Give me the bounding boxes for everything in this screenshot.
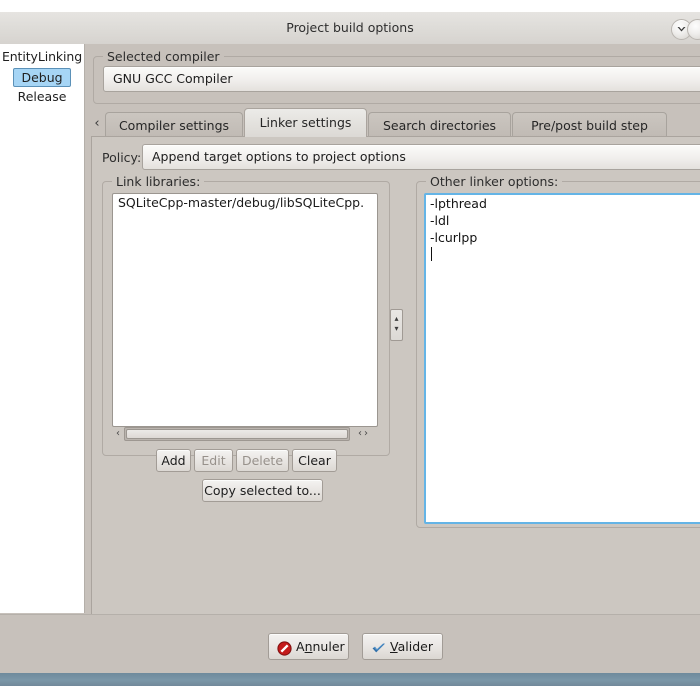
cancel-label-a: A xyxy=(296,639,305,654)
settings-tabstrip: ‹ Compiler settings Linker settings Sear… xyxy=(91,108,700,137)
sidebar-item-debug[interactable]: Debug xyxy=(13,68,71,87)
splitter-glyph-up: ▴ xyxy=(394,314,399,323)
text-caret xyxy=(431,247,432,261)
clear-button-label: Clear xyxy=(298,453,331,468)
dialog-title: Project build options xyxy=(286,20,414,35)
target-tree-panel[interactable]: EntityLinking Debug Release xyxy=(0,44,85,613)
list-item-label: SQLiteCpp-master/debug/libSQLiteCpp. xyxy=(118,195,365,210)
cancel-button[interactable]: Annuler xyxy=(268,633,349,660)
copy-selected-to-label: Copy selected to... xyxy=(204,483,321,498)
compiler-select-value: GNU GCC Compiler xyxy=(113,71,233,86)
dialog-title-bar: Project build options xyxy=(0,12,700,45)
splitter-glyph-down: ▾ xyxy=(394,324,399,333)
sidebar-item-label: Debug xyxy=(21,70,63,85)
chevron-left-icon[interactable]: ‹ xyxy=(91,114,103,134)
tab-label: Search directories xyxy=(382,118,497,133)
edit-button-label: Edit xyxy=(201,453,226,468)
check-icon-glyph xyxy=(372,643,385,653)
cancel-icon-glyph xyxy=(277,641,292,656)
delete-button-label: Delete xyxy=(241,453,284,468)
tab-compiler-settings[interactable]: Compiler settings xyxy=(105,112,243,137)
copy-selected-to-button[interactable]: Copy selected to... xyxy=(202,479,323,502)
sidebar-item-debug-row: Debug xyxy=(0,67,84,87)
edit-button: Edit xyxy=(194,449,233,472)
sidebar-item-label: Release xyxy=(17,89,67,104)
cancel-button-label: Annuler xyxy=(296,634,345,659)
dialog-body: EntityLinking Debug Release Selected com… xyxy=(0,44,700,700)
scroll-arrows-icon[interactable]: ‹› xyxy=(352,427,376,441)
link-libraries-list[interactable]: SQLiteCpp-master/debug/libSQLiteCpp. xyxy=(112,193,378,427)
check-icon xyxy=(371,639,387,664)
other-linker-options-group-title: Other linker options: xyxy=(426,174,563,189)
list-item[interactable]: SQLiteCpp-master/debug/libSQLiteCpp. xyxy=(113,194,377,211)
sidebar-item-release[interactable]: Release xyxy=(0,87,84,106)
dialog-content: Selected compiler GNU GCC Compiler ‹ Com… xyxy=(85,44,700,700)
ok-label-b: alider xyxy=(397,639,433,654)
textarea-line: -lcurlpp xyxy=(430,230,478,245)
vertical-resize-icon[interactable]: ▴ ▾ xyxy=(390,309,403,341)
selected-compiler-group-title: Selected compiler xyxy=(103,49,224,64)
sidebar-item-entitylinking[interactable]: EntityLinking xyxy=(0,44,84,67)
cancel-label-mnemonic: n xyxy=(304,639,313,654)
cancel-icon xyxy=(277,639,292,664)
hscrollbar-thumb[interactable] xyxy=(126,429,348,439)
taskbar-band xyxy=(0,673,700,686)
app-root: Project build options EntityLinking Debu… xyxy=(0,0,700,700)
tab-label: Pre/post build step xyxy=(531,118,648,133)
link-libraries-group-title: Link libraries: xyxy=(112,174,205,189)
hscrollbar-track[interactable] xyxy=(124,427,350,441)
add-button[interactable]: Add xyxy=(156,449,191,472)
link-libraries-hscrollbar[interactable]: ‹ ‹› xyxy=(112,427,376,441)
delete-button: Delete xyxy=(236,449,289,472)
policy-label: Policy: xyxy=(102,150,142,165)
tab-label: Compiler settings xyxy=(118,118,230,133)
tab-linker-settings[interactable]: Linker settings xyxy=(244,108,367,137)
scroll-left-icon[interactable]: ‹ xyxy=(112,427,124,441)
textarea-line: -lpthread xyxy=(430,196,487,211)
tab-prepost-build-steps[interactable]: Pre/post build step xyxy=(512,112,667,137)
ok-button[interactable]: Valider xyxy=(362,633,443,660)
tab-search-directories[interactable]: Search directories xyxy=(368,112,511,137)
textarea-caret-line xyxy=(426,246,700,263)
cancel-label-b: nuler xyxy=(312,639,345,654)
compiler-select[interactable]: GNU GCC Compiler xyxy=(103,66,700,92)
desktop-top-strip xyxy=(0,0,700,12)
clear-button[interactable]: Clear xyxy=(292,449,337,472)
other-linker-options-textarea[interactable]: -lpthread -ldl -lcurlpp xyxy=(424,193,700,524)
sidebar-item-label: EntityLinking xyxy=(1,49,83,64)
policy-select[interactable]: Append target options to project options xyxy=(142,144,700,170)
ok-button-label: Valider xyxy=(390,634,433,659)
linker-settings-page: Policy: Append target options to project… xyxy=(91,136,700,660)
textarea-line: -ldl xyxy=(430,213,450,228)
tab-label: Linker settings xyxy=(259,115,352,130)
ok-label-mnemonic: V xyxy=(390,639,398,654)
policy-select-value: Append target options to project options xyxy=(152,149,406,164)
desktop-bottom-strip xyxy=(0,686,700,700)
add-button-label: Add xyxy=(161,453,186,468)
